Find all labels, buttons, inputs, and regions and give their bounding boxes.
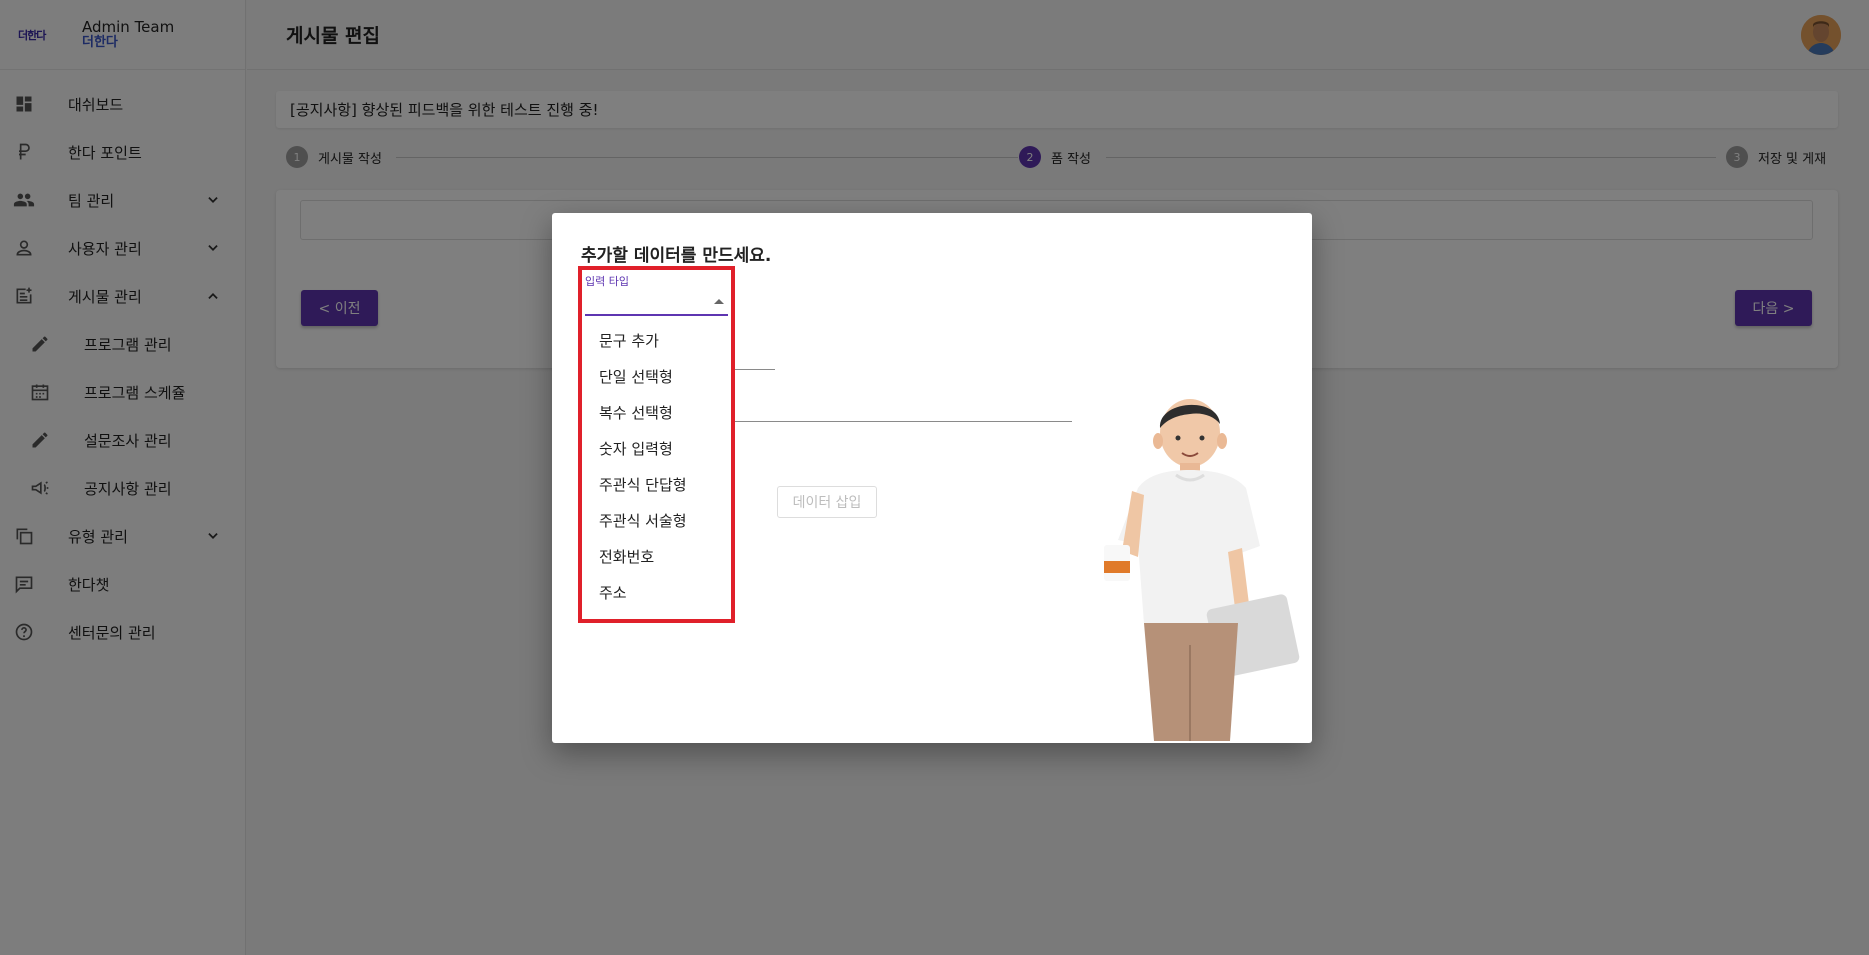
field-underline (722, 421, 1072, 422)
option-single-choice[interactable]: 단일 선택형 (582, 358, 731, 394)
option-multiple-choice[interactable]: 복수 선택형 (582, 394, 731, 430)
modal-title: 추가할 데이터를 만드세요. (581, 246, 772, 266)
option-short-answer[interactable]: 주관식 단답형 (582, 466, 731, 502)
input-type-dropdown: 입력 타입 문구 추가 단일 선택형 복수 선택형 숫자 입력형 주관식 단답형… (578, 266, 735, 623)
option-phone[interactable]: 전화번호 (582, 538, 731, 574)
input-type-select[interactable] (585, 288, 728, 316)
option-number-input[interactable]: 숫자 입력형 (582, 430, 731, 466)
caret-up-icon (714, 299, 724, 304)
input-type-label: 입력 타입 (585, 275, 629, 288)
option-text-add[interactable]: 문구 추가 (582, 322, 731, 358)
character-illustration (1104, 399, 1300, 741)
option-long-answer[interactable]: 주관식 서술형 (582, 502, 731, 538)
insert-data-button[interactable]: 데이터 삽입 (777, 486, 877, 518)
option-address[interactable]: 주소 (582, 574, 731, 610)
input-type-menu: 문구 추가 단일 선택형 복수 선택형 숫자 입력형 주관식 단답형 주관식 서… (582, 322, 731, 610)
